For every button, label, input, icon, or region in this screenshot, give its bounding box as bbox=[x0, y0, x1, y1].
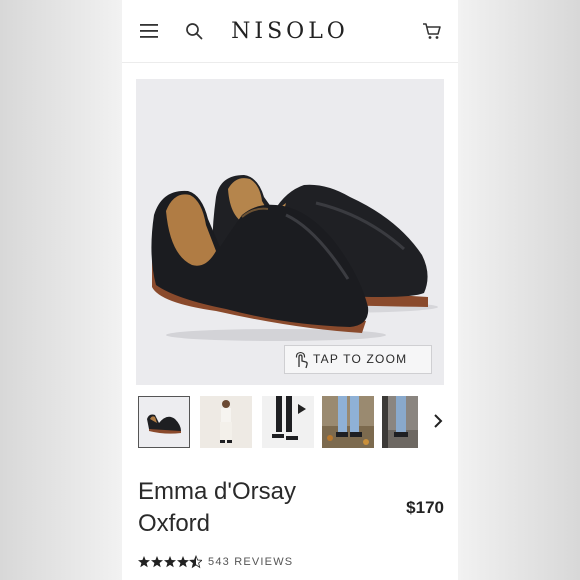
thumbnail-model-image bbox=[200, 396, 252, 448]
mobile-page: NISOLO TAP TO ZOOM Emma d'Orsay Oxford $… bbox=[122, 0, 458, 580]
thumbnail-shoe-pair[interactable] bbox=[138, 396, 190, 448]
chevron-right-icon[interactable] bbox=[432, 412, 444, 430]
product-title-line1: Emma d'Orsay bbox=[138, 478, 296, 505]
top-nav-bar: NISOLO bbox=[122, 0, 458, 63]
background-left bbox=[0, 0, 122, 580]
thumbnail-video-model-black-pants[interactable] bbox=[262, 396, 314, 448]
product-title-line2: Oxford bbox=[138, 510, 211, 537]
shopping-cart-icon[interactable] bbox=[422, 21, 442, 41]
thumbnail-strip bbox=[136, 394, 458, 450]
thumbnail-stairs-image bbox=[382, 396, 418, 448]
thumbnail-video-image bbox=[262, 396, 314, 448]
thumbnail-model-jeans-stairs[interactable] bbox=[382, 396, 418, 448]
shoe-pair-image bbox=[151, 175, 438, 341]
product-main-image[interactable]: TAP TO ZOOM bbox=[136, 79, 444, 385]
tap-to-zoom-label: TAP TO ZOOM bbox=[313, 352, 408, 366]
star-rating-icon bbox=[138, 555, 202, 569]
thumbnail-model-jeans-leaves[interactable] bbox=[322, 396, 374, 448]
thumbnail-model-white-outfit[interactable] bbox=[200, 396, 252, 448]
tap-finger-icon bbox=[295, 351, 308, 369]
tap-to-zoom-button[interactable]: TAP TO ZOOM bbox=[284, 345, 432, 374]
thumbnail-shoe-image bbox=[139, 397, 189, 447]
reviews-link[interactable]: 543 REVIEWS bbox=[208, 556, 293, 568]
background-right bbox=[458, 0, 580, 580]
thumbnail-jeans-image bbox=[322, 396, 374, 448]
brand-logo[interactable]: NISOLO bbox=[122, 18, 458, 46]
product-price: $170 bbox=[406, 498, 444, 517]
product-title: Emma d'Orsay Oxford bbox=[138, 476, 358, 540]
